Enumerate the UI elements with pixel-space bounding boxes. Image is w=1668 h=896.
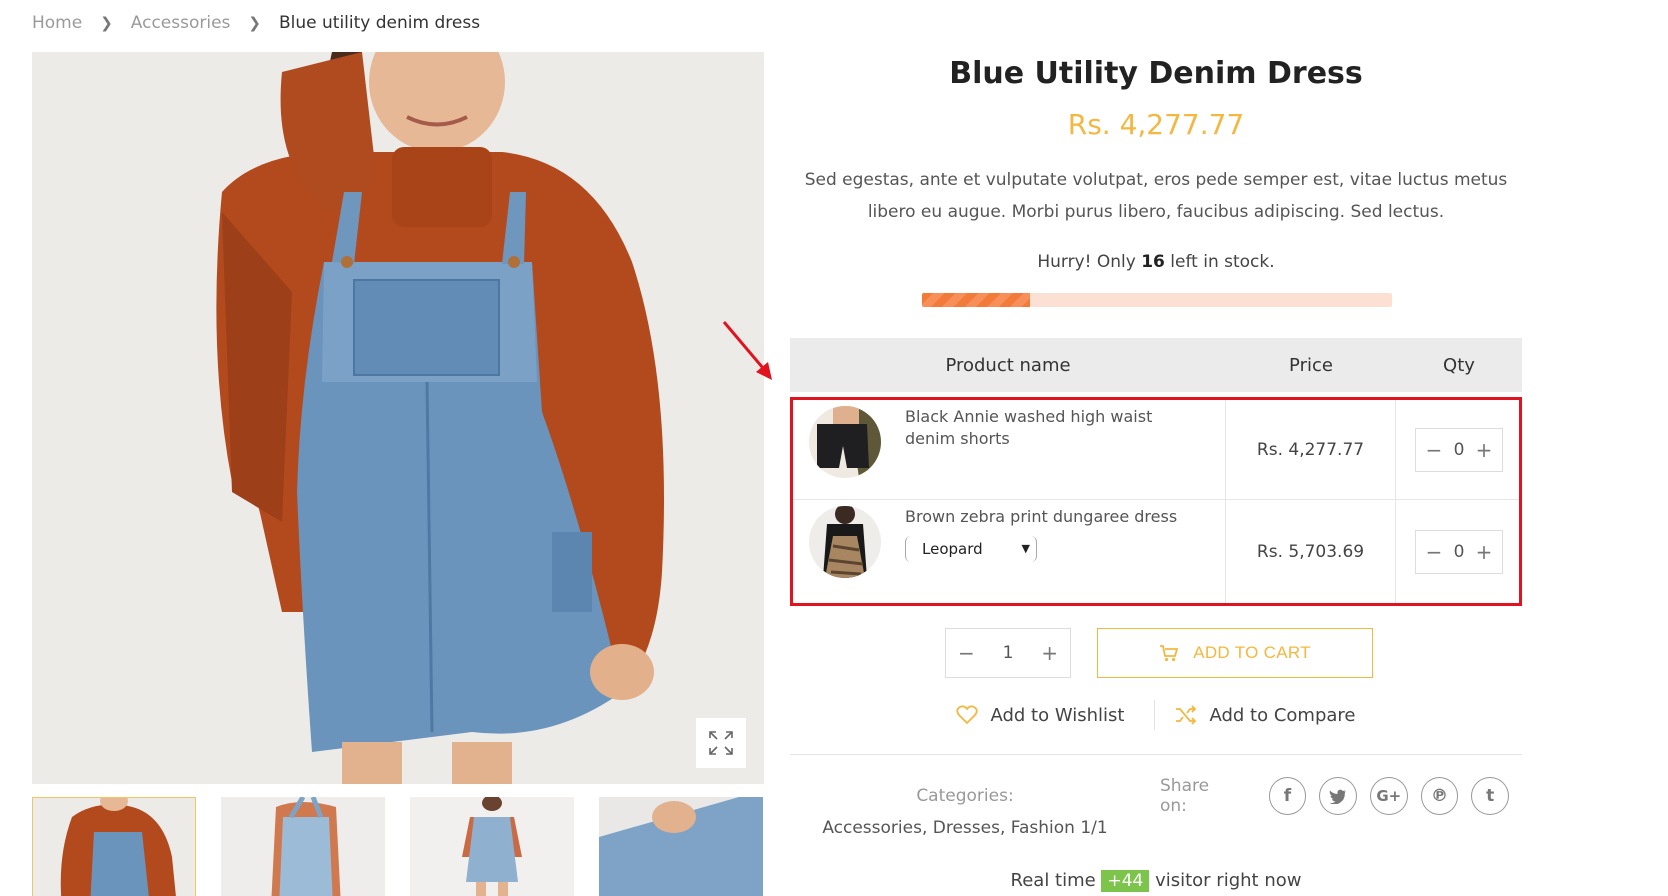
- quantity-stepper: − 0 +: [1415, 529, 1503, 574]
- stock-notice: Hurry! Only 16 left in stock.: [790, 250, 1522, 274]
- compare-label: Add to Compare: [1209, 704, 1356, 726]
- qty-value[interactable]: 1: [1003, 643, 1014, 663]
- secondary-actions: Add to Wishlist Add to Compare: [790, 700, 1522, 730]
- header-product-name: Product name: [945, 354, 1071, 376]
- breadcrumb-current: Blue utility denim dress: [279, 13, 481, 33]
- product-name[interactable]: Brown zebra print dungaree dress: [905, 506, 1205, 528]
- header-price: Price: [1289, 354, 1333, 376]
- quantity-stepper: − 0 +: [1415, 427, 1503, 472]
- share-block: Share on: f G+ ℗ t: [1160, 776, 1522, 816]
- visitors-prefix: Real time: [1010, 870, 1096, 891]
- chevron-right-icon: ❯: [248, 14, 261, 32]
- header-qty: Qty: [1443, 354, 1475, 376]
- variant-value: Leopard: [922, 540, 983, 558]
- wishlist-label: Add to Wishlist: [990, 704, 1125, 726]
- add-to-compare-link[interactable]: Add to Compare: [1175, 704, 1356, 726]
- stock-prefix: Hurry! Only: [1037, 252, 1136, 272]
- qty-decrease-button[interactable]: −: [958, 641, 975, 665]
- product-title: Blue Utility Denim Dress: [949, 56, 1363, 91]
- expand-icon: [709, 731, 733, 755]
- heart-icon: [956, 705, 979, 725]
- visitor-counter: Real time +44 visitor right now: [790, 870, 1522, 892]
- twitter-bird-glyph: [1329, 789, 1347, 804]
- qty-increase-button[interactable]: +: [1474, 540, 1494, 564]
- qty-decrease-button[interactable]: −: [1424, 438, 1444, 462]
- product-cell: Black Annie washed high waist denim shor…: [793, 400, 1226, 499]
- table-header: Product name Price Qty: [790, 338, 1522, 392]
- pinterest-icon[interactable]: ℗: [1420, 777, 1459, 815]
- divider: [1154, 700, 1156, 730]
- qty-increase-button[interactable]: +: [1041, 641, 1058, 665]
- facebook-icon[interactable]: f: [1268, 777, 1307, 815]
- add-to-cart-label: ADD TO CART: [1193, 643, 1311, 662]
- thumbnail-photo: [221, 797, 385, 896]
- thumbnail-3[interactable]: [410, 797, 574, 896]
- table-row: Brown zebra print dungaree dress Leopard…: [793, 500, 1519, 603]
- breadcrumb: Home ❯ Accessories ❯ Blue utility denim …: [32, 12, 480, 34]
- tumblr-icon[interactable]: t: [1471, 777, 1509, 815]
- qty-increase-button[interactable]: +: [1474, 438, 1494, 462]
- chevron-right-icon: ❯: [100, 14, 113, 32]
- categories-label: Categories:: [916, 786, 1014, 806]
- highlighted-rows: Black Annie washed high waist denim shor…: [790, 397, 1522, 606]
- breadcrumb-home[interactable]: Home: [32, 13, 82, 33]
- table-row: Black Annie washed high waist denim shor…: [793, 400, 1519, 500]
- categories-block: Categories: Accessories, Dresses, Fashio…: [790, 786, 1140, 838]
- share-label: Share on:: [1160, 776, 1210, 816]
- thumbnail-1[interactable]: [32, 797, 196, 896]
- divider: [790, 754, 1522, 755]
- stock-progress-bar: [922, 293, 1392, 307]
- variant-select[interactable]: Leopard ▼: [905, 536, 1037, 562]
- stock-suffix: left in stock.: [1170, 252, 1275, 272]
- breadcrumb-category[interactable]: Accessories: [131, 13, 231, 33]
- thumbnail-2[interactable]: [221, 797, 385, 896]
- product-photo: [32, 52, 764, 784]
- product-price: Rs. 4,277.77: [1067, 108, 1245, 141]
- add-to-wishlist-link[interactable]: Add to Wishlist: [956, 705, 1124, 726]
- add-to-cart-button[interactable]: ADD TO CART: [1097, 628, 1373, 678]
- product-cell: Brown zebra print dungaree dress Leopard…: [793, 500, 1226, 603]
- thumbnail-photo: [599, 797, 763, 896]
- dungaree-image: [809, 506, 881, 578]
- visitors-suffix: visitor right now: [1155, 870, 1302, 891]
- row-price: Rs. 5,703.69: [1226, 500, 1396, 603]
- qty-cell: − 0 +: [1396, 400, 1522, 499]
- main-product-image[interactable]: [32, 52, 764, 784]
- product-description: Sed egestas, ante et vulputate volutpat,…: [804, 170, 1508, 222]
- thumbnail-strip: [32, 797, 764, 896]
- product-info: Blue Utility Denim Dress Rs. 4,277.77 Se…: [790, 50, 1522, 892]
- shorts-image: [809, 406, 881, 478]
- thumbnail-photo: [32, 797, 196, 896]
- categories-value[interactable]: Accessories, Dresses, Fashion 1/1: [790, 818, 1140, 838]
- google-plus-icon[interactable]: G+: [1369, 777, 1408, 815]
- add-to-cart-row: − 1 + ADD TO CART: [945, 628, 1373, 678]
- qty-cell: − 0 +: [1396, 500, 1522, 603]
- qty-value[interactable]: 0: [1454, 542, 1465, 562]
- product-thumbnail[interactable]: [809, 406, 881, 478]
- cart-icon: [1160, 645, 1179, 662]
- qty-value[interactable]: 0: [1454, 440, 1465, 460]
- row-price: Rs. 4,277.77: [1226, 400, 1396, 499]
- product-name-wrap: Brown zebra print dungaree dress Leopard…: [905, 506, 1205, 562]
- shuffle-icon: [1176, 705, 1197, 725]
- zoom-button[interactable]: [696, 718, 746, 768]
- product-thumbnail[interactable]: [809, 506, 881, 578]
- thumbnail-4[interactable]: [599, 797, 763, 896]
- thumbnail-photo: [410, 797, 574, 896]
- grouped-products-table: Product name Price Qty Black Annie washe…: [790, 338, 1522, 606]
- stock-progress-fill: [922, 293, 1031, 307]
- stock-count: 16: [1141, 252, 1165, 272]
- visitors-count-badge: +44: [1101, 870, 1150, 892]
- product-name[interactable]: Black Annie washed high waist denim shor…: [905, 406, 1205, 450]
- main-quantity-stepper: − 1 +: [945, 628, 1071, 678]
- caret-down-icon: ▼: [1021, 542, 1030, 555]
- annotation-arrow-icon: [722, 321, 772, 380]
- twitter-icon[interactable]: [1319, 777, 1357, 815]
- qty-decrease-button[interactable]: −: [1424, 540, 1444, 564]
